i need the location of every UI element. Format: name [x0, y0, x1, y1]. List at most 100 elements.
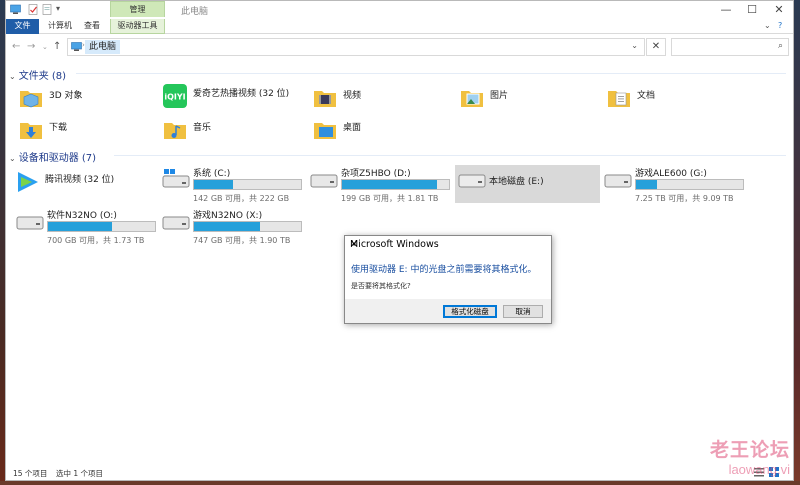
collapse-chevron-icon[interactable]: ⌄: [9, 72, 16, 81]
format-disk-button[interactable]: 格式化磁盘: [443, 305, 497, 318]
drive-usage-fill: [194, 180, 233, 189]
divider: [114, 155, 786, 156]
forward-icon[interactable]: →: [27, 41, 35, 52]
folder-label: 下载: [49, 123, 68, 133]
watermark-url: laowang.vi: [728, 462, 790, 477]
breadcrumb[interactable]: 此电脑: [85, 40, 121, 54]
folder-pictures[interactable]: 图片: [459, 85, 599, 115]
3d-objects-folder-icon: [20, 91, 42, 108]
folder-label: 3D 对象: [49, 91, 83, 101]
dialog-message: 使用驱动器 E: 中的光盘之前需要将其格式化。: [351, 265, 537, 275]
up-icon[interactable]: ↑: [53, 41, 61, 52]
folder-label: 桌面: [343, 123, 362, 133]
folder-label: 文档: [637, 91, 656, 101]
hard-drive-icon: [604, 174, 632, 188]
tab-view[interactable]: 查看: [80, 19, 104, 34]
svg-text:iQIYI: iQIYI: [164, 93, 185, 102]
this-pc-icon: [71, 42, 82, 51]
address-bar[interactable]: › 此电脑 ⌄: [67, 38, 645, 56]
windows-drive-icon: [162, 169, 190, 188]
drive-e[interactable]: 本地磁盘 (E:): [455, 165, 600, 203]
folder-label: 视频: [343, 91, 362, 101]
desktop-folder-icon: [314, 123, 336, 139]
drive-usage-bar: [47, 221, 156, 232]
drive-label: 系统 (C:): [193, 169, 231, 179]
title-bar: ▾ 管理 此电脑 — ☐ ✕: [6, 1, 793, 19]
clear-address-button[interactable]: ✕: [646, 38, 666, 56]
expand-ribbon-icon[interactable]: ⌄: [764, 21, 771, 30]
dialog-body: 使用驱动器 E: 中的光盘之前需要将其格式化。 是否要将其格式化?: [345, 254, 551, 299]
folder-documents[interactable]: 文档: [606, 85, 746, 115]
drive-capacity: 700 GB 可用，共 1.73 TB: [47, 236, 145, 245]
drive-label: 游戏N32NO (X:): [193, 211, 263, 221]
drive-label: 游戏ALE600 (G:): [635, 169, 707, 179]
dialog-close-button[interactable]: ✕: [350, 239, 546, 250]
computer-icon[interactable]: [10, 4, 21, 15]
taskbar-edge: [0, 481, 800, 485]
watermark-title: 老王论坛: [709, 439, 790, 461]
drive-c[interactable]: 系统 (C:) 142 GB 可用，共 222 GB: [162, 165, 304, 205]
drive-capacity: 747 GB 可用，共 1.90 TB: [193, 236, 291, 245]
drive-capacity: 199 GB 可用，共 1.81 TB: [341, 194, 439, 203]
tab-file[interactable]: 文件: [6, 19, 39, 34]
drive-x[interactable]: 游戏N32NO (X:) 747 GB 可用，共 1.90 TB: [162, 207, 304, 247]
tencent-video-icon: [18, 172, 38, 192]
drive-o[interactable]: 软件N32NO (O:) 700 GB 可用，共 1.73 TB: [16, 207, 158, 247]
folder-label: 音乐: [193, 123, 212, 133]
device-label: 腾讯视频 (32 位): [45, 175, 115, 185]
music-folder-icon: [164, 123, 186, 139]
device-tencent-video[interactable]: 腾讯视频 (32 位): [14, 169, 154, 199]
navigation-bar: ← → ⌄ ↑ › 此电脑 ⌄ ✕ ⌕: [6, 35, 793, 59]
hard-drive-icon: [310, 174, 338, 188]
drive-usage-bar: [193, 179, 302, 190]
hard-drive-icon: [162, 216, 190, 230]
cancel-button[interactable]: 取消: [503, 305, 543, 318]
ribbon-tabs: 文件 计算机 查看 驱动器工具 ⌄ ?: [6, 19, 793, 34]
close-button[interactable]: ✕: [769, 3, 789, 16]
group-header-folders[interactable]: ⌄ 文件夹 (8): [9, 67, 66, 82]
drive-capacity: 142 GB 可用，共 222 GB: [193, 194, 290, 203]
folder-videos[interactable]: 视频: [312, 85, 452, 115]
group-label: 设备和驱动器 (7): [18, 153, 97, 164]
iqiyi-app-icon: iQIYI: [163, 84, 187, 108]
drive-g[interactable]: 游戏ALE600 (G:) 7.25 TB 可用，共 9.09 TB: [604, 165, 746, 205]
drive-label: 软件N32NO (O:): [47, 211, 117, 221]
help-icon[interactable]: ?: [778, 21, 782, 30]
folder-desktop[interactable]: 桌面: [312, 117, 452, 147]
documents-folder-icon: [608, 91, 630, 107]
folder-label: 图片: [490, 91, 509, 101]
search-icon: ⌕: [777, 41, 783, 51]
minimize-button[interactable]: —: [716, 3, 736, 16]
group-header-devices[interactable]: ⌄ 设备和驱动器 (7): [9, 149, 96, 164]
divider: [76, 73, 786, 74]
drive-usage-bar: [193, 221, 302, 232]
new-folder-icon[interactable]: [42, 4, 53, 15]
hard-drive-icon: [458, 174, 486, 188]
context-tab-manage[interactable]: 管理: [110, 1, 165, 17]
drive-usage-fill: [194, 222, 261, 231]
quick-access-dropdown-icon[interactable]: ▾: [56, 4, 60, 13]
group-label: 文件夹 (8): [18, 71, 67, 82]
drive-usage-fill: [48, 222, 113, 231]
recent-locations-icon[interactable]: ⌄: [42, 43, 48, 51]
drive-usage-bar: [635, 179, 744, 190]
properties-icon[interactable]: [28, 4, 39, 15]
folder-3d-objects[interactable]: 3D 对象: [18, 85, 158, 115]
folder-iqiyi[interactable]: iQIYI 爱奇艺热播视频 (32 位): [162, 83, 307, 113]
pictures-folder-icon: [461, 91, 483, 107]
drive-d[interactable]: 杂项Z5HBO (D:) 199 GB 可用，共 1.81 TB: [310, 165, 452, 205]
drive-usage-fill: [342, 180, 438, 189]
watermark: 老王论坛 laowang.vi: [710, 435, 790, 477]
chevron-down-icon[interactable]: ⌄: [631, 41, 638, 50]
folder-downloads[interactable]: 下载: [18, 117, 158, 147]
tab-computer[interactable]: 计算机: [44, 19, 76, 34]
back-icon[interactable]: ←: [12, 41, 20, 52]
collapse-chevron-icon[interactable]: ⌄: [9, 154, 16, 163]
tab-drive-tools[interactable]: 驱动器工具: [110, 19, 165, 34]
search-input[interactable]: ⌕: [671, 38, 789, 56]
window-title: 此电脑: [181, 7, 209, 17]
dialog-title-bar: Microsoft Windows ✕: [345, 236, 551, 254]
videos-folder-icon: [314, 91, 336, 107]
folder-music[interactable]: 音乐: [162, 117, 302, 147]
maximize-button[interactable]: ☐: [742, 3, 762, 16]
